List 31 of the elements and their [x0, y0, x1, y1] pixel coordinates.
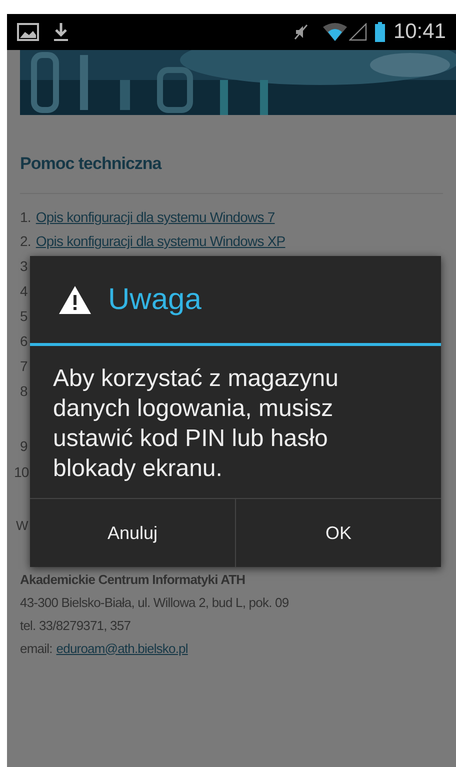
list-number: 7: [20, 356, 28, 376]
list-number: 3: [20, 256, 28, 276]
contact-phone: tel. 33/8279371, 357: [20, 616, 131, 634]
list-number: 8: [20, 382, 28, 400]
cancel-button[interactable]: Anuluj: [30, 499, 235, 567]
list-number: 5: [20, 306, 28, 326]
warning-icon: [58, 284, 92, 314]
list-number: 1.: [20, 208, 31, 227]
ok-button[interactable]: OK: [235, 499, 441, 567]
contact-name: Akademickie Centrum Informatyki ATH: [20, 570, 246, 589]
picture-icon: [17, 23, 39, 41]
section-heading: Pomoc techniczna: [20, 153, 163, 175]
email-link[interactable]: eduroam@ath.bielsko.pl: [56, 636, 188, 660]
dialog-message: Aby korzystać z magazynu danych logowania, musisz ustawić kod PIN lub hasło blokady ekranu.: [52, 364, 340, 484]
email-label: email:: [20, 640, 52, 658]
list-number: 4: [20, 282, 28, 300]
list-number: 2.: [20, 232, 31, 251]
contact-address: 43-300 Bielsko-Biała, ul. Willowa 2, bud L, pok. 09: [20, 594, 289, 612]
list-number: 6: [20, 332, 28, 350]
section-text: W: [16, 517, 28, 535]
list-number: 9: [20, 437, 28, 456]
wifi-icon: [323, 23, 348, 41]
battery-icon: [375, 22, 386, 42]
dialog-title: Uwaga: [108, 282, 202, 318]
clock: 10:41: [393, 19, 446, 46]
config-link[interactable]: Opis konfiguracji dla systemu Windows XP: [36, 231, 286, 252]
list-number: 10: [14, 463, 29, 482]
config-link[interactable]: Opis konfiguracji dla systemu Windows 7: [36, 207, 275, 228]
signal-icon: [349, 23, 368, 41]
download-icon: [53, 22, 69, 42]
muted-icon: [293, 23, 310, 41]
